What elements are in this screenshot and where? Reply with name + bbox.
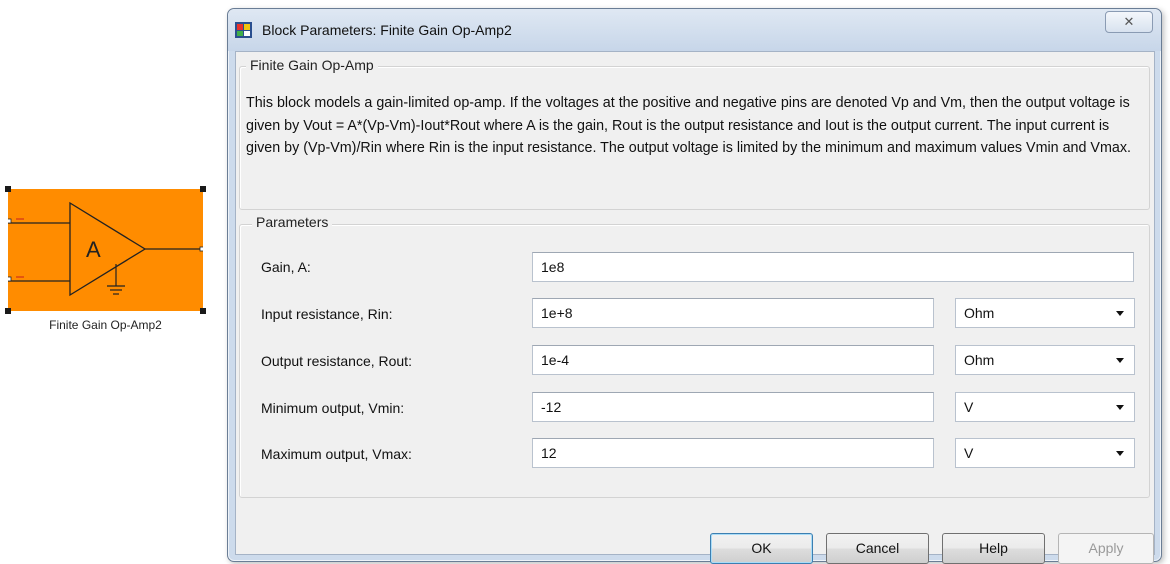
op-amp-gain-symbol: A [86,237,101,262]
op-amp-symbol: A [8,201,203,297]
input-resistance-input[interactable]: 1e+8 [532,298,934,328]
block-description: This block models a gain-limited op-amp.… [246,95,1131,156]
close-icon: ✕ [1123,14,1135,29]
maximum-output-unit-value: V [964,445,974,461]
param-label-output-resistance: Output resistance, Rout: [261,353,412,369]
selection-handle-bottom-left[interactable] [5,308,11,314]
output-resistance-input[interactable]: 1e-4 [532,345,934,375]
output-resistance-unit-value: Ohm [964,352,995,368]
input-resistance-unit-value: Ohm [964,305,995,321]
input-resistance-unit-select[interactable]: Ohm [955,298,1135,328]
output-resistance-unit-select[interactable]: Ohm [955,345,1135,375]
ok-button[interactable]: OK [710,533,813,564]
op-amp-block[interactable]: A [8,189,203,311]
dialog-client-area: Finite Gain Op-Amp This block models a g… [235,51,1155,555]
maximum-output-unit-select[interactable]: V [955,438,1135,468]
param-label-minimum-output: Minimum output, Vmin: [261,400,405,416]
dialog-title: Block Parameters: Finite Gain Op-Amp2 [262,22,512,38]
chevron-down-icon [1116,311,1124,316]
block-caption: Finite Gain Op-Amp2 [49,318,162,332]
block-parameters-dialog: Block Parameters: Finite Gain Op-Amp2 ✕ … [227,8,1162,562]
selection-handle-bottom-right[interactable] [200,308,206,314]
minimum-output-unit-select[interactable]: V [955,392,1135,422]
maximum-output-input[interactable]: 12 [532,438,934,468]
chevron-down-icon [1116,358,1124,363]
minimum-output-input[interactable]: -12 [532,392,934,422]
cancel-button[interactable]: Cancel [826,533,929,564]
param-label-gain: Gain, A: [261,259,311,275]
param-label-maximum-output: Maximum output, Vmax: [261,446,412,462]
close-button[interactable]: ✕ [1105,11,1153,33]
help-button[interactable]: Help [942,533,1045,564]
chevron-down-icon [1116,405,1124,410]
minimum-output-unit-value: V [964,399,974,415]
selection-handle-top-left[interactable] [5,186,11,192]
simulink-block-icon [235,21,253,39]
selection-handle-top-right[interactable] [200,186,206,192]
gain-input[interactable]: 1e8 [532,252,1134,282]
parameters-group-legend: Parameters [252,214,333,230]
param-label-input-resistance: Input resistance, Rin: [261,306,393,322]
dialog-titlebar[interactable]: Block Parameters: Finite Gain Op-Amp2 ✕ [228,9,1161,51]
apply-button[interactable]: Apply [1058,533,1154,564]
description-group-legend: Finite Gain Op-Amp [246,57,378,73]
chevron-down-icon [1116,451,1124,456]
